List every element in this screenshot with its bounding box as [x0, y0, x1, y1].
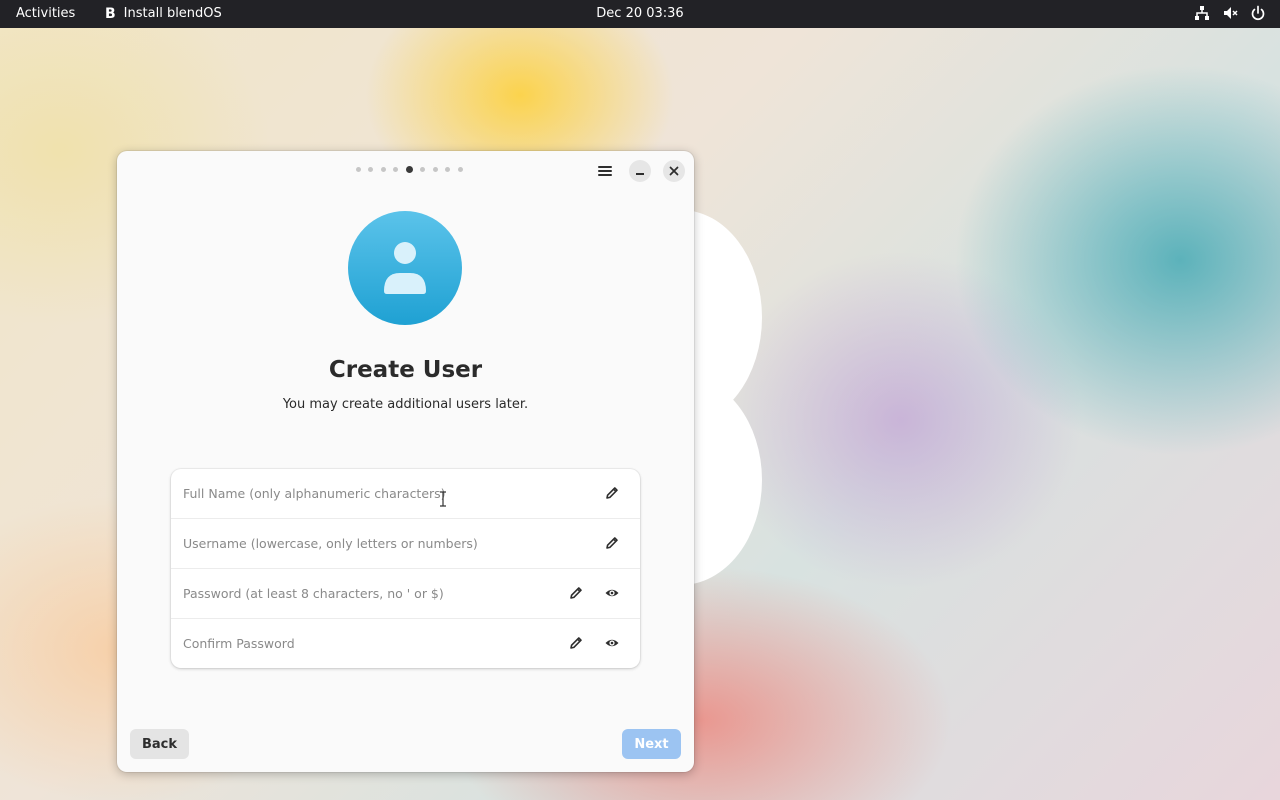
page-dot — [368, 167, 373, 172]
page-dot — [420, 167, 425, 172]
blendos-app-icon: B — [105, 5, 116, 22]
next-button[interactable]: Next — [622, 729, 681, 759]
password-field[interactable] — [183, 569, 543, 618]
full-name-field[interactable] — [183, 469, 543, 518]
system-tray[interactable] — [1194, 5, 1266, 21]
user-avatar-icon — [348, 211, 462, 325]
activities-button[interactable]: Activities — [16, 6, 75, 21]
main-menu-icon[interactable] — [598, 164, 612, 178]
page-subtitle: You may create additional users later. — [282, 397, 529, 412]
username-row — [171, 519, 640, 569]
minimize-icon — [636, 172, 644, 175]
network-icon[interactable] — [1194, 5, 1210, 21]
page-dot — [432, 167, 438, 172]
user-form — [171, 469, 640, 668]
page-dot-current — [405, 166, 413, 173]
installer-window: Create User You may create additional us… — [117, 151, 694, 772]
edit-icon — [606, 537, 618, 549]
app-menu-label: Install blendOS — [123, 6, 222, 21]
page-dot — [445, 167, 450, 172]
confirm-password-row — [171, 619, 640, 668]
page-dot — [355, 167, 361, 172]
minimize-button[interactable] — [629, 160, 651, 182]
confirm-password-field[interactable] — [183, 619, 543, 668]
edit-icon — [570, 637, 582, 649]
page-dot — [457, 167, 463, 172]
close-icon — [669, 166, 679, 176]
username-field[interactable] — [183, 519, 543, 568]
power-icon[interactable] — [1250, 5, 1266, 21]
app-menu[interactable]: B Install blendOS — [105, 6, 222, 21]
text-cursor-icon — [440, 491, 446, 507]
clock[interactable]: Dec 20 03:36 — [596, 6, 683, 21]
back-button[interactable]: Back — [130, 729, 189, 759]
page-dot — [380, 167, 386, 172]
top-bar: Activities B Install blendOS Dec 20 03:3… — [0, 0, 1280, 28]
show-password-icon[interactable] — [604, 635, 620, 651]
full-name-row — [171, 469, 640, 519]
page-dot — [393, 167, 398, 172]
password-row — [171, 569, 640, 619]
show-password-icon[interactable] — [604, 585, 620, 601]
edit-icon — [570, 587, 582, 599]
page-title: Create User — [328, 357, 483, 383]
edit-icon — [606, 487, 618, 499]
close-button[interactable] — [663, 160, 685, 182]
volume-muted-icon[interactable] — [1222, 5, 1238, 21]
